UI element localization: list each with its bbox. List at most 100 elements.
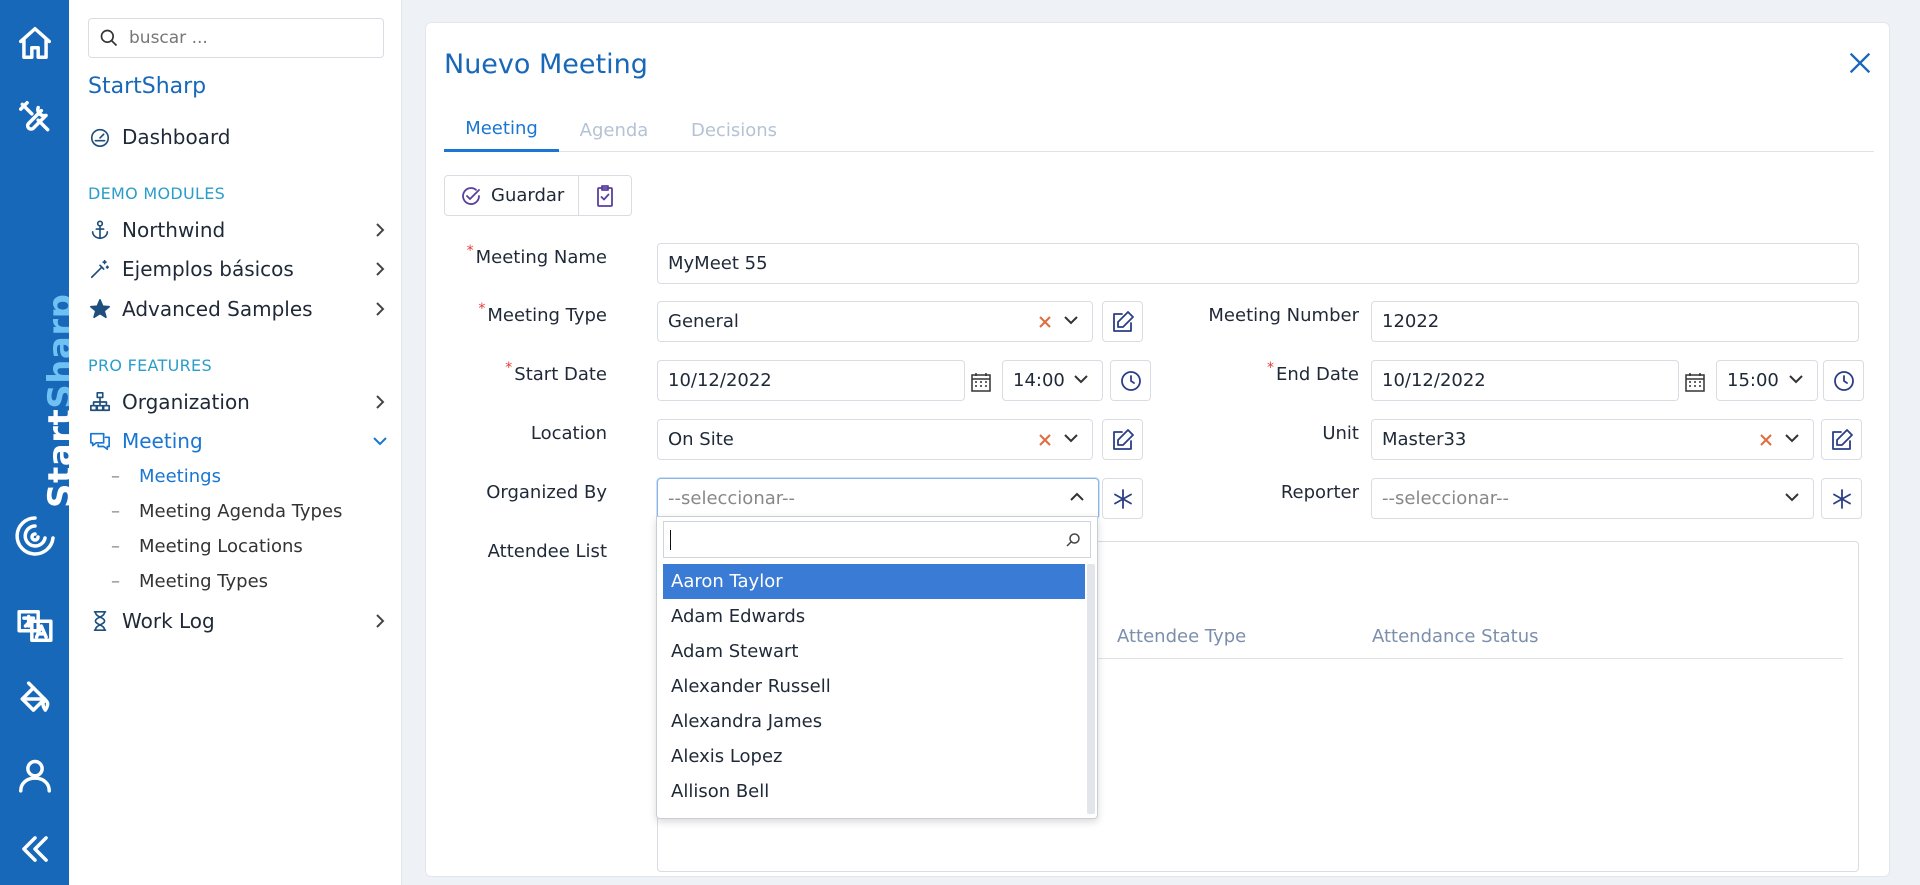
- search-input[interactable]: [129, 28, 369, 48]
- label-reporter: Reporter: [1280, 482, 1359, 503]
- dialog-title: Nuevo Meeting: [444, 49, 648, 80]
- dropdown-search[interactable]: [663, 521, 1091, 558]
- sidebar-item-meeting[interactable]: Meeting: [88, 423, 388, 459]
- sidebar-item-advanced-samples[interactable]: Advanced Samples: [88, 291, 388, 327]
- dropdown-option[interactable]: Aaron Taylor: [663, 564, 1085, 599]
- clear-icon[interactable]: [1038, 313, 1056, 331]
- save-button[interactable]: Guardar: [445, 176, 578, 215]
- edit-meeting-type-button[interactable]: [1102, 301, 1143, 342]
- sidebar-item-northwind[interactable]: Northwind: [88, 212, 388, 248]
- meeting-number-input[interactable]: [1371, 301, 1859, 342]
- tools-icon[interactable]: [12, 94, 57, 139]
- home-icon[interactable]: [12, 20, 57, 65]
- clear-icon[interactable]: [1759, 431, 1777, 449]
- sidebar-item-label: Organization: [122, 390, 250, 414]
- meeting-number-value[interactable]: [1382, 311, 1858, 332]
- end-time-select[interactable]: 15:00: [1716, 360, 1818, 401]
- dropdown-option[interactable]: Alexandra James: [663, 704, 1085, 739]
- meeting-name-input[interactable]: [657, 243, 1859, 284]
- calendar-icon[interactable]: [1684, 371, 1710, 397]
- grid-column-attendee-type[interactable]: Attendee Type: [1117, 626, 1246, 647]
- chevron-down-icon[interactable]: [1062, 311, 1084, 333]
- chevron-down-icon[interactable]: [1783, 429, 1805, 451]
- reporter-asterisk-button[interactable]: [1821, 478, 1862, 519]
- dropdown-search-input[interactable]: [670, 529, 1050, 550]
- hourglass-icon: [88, 609, 112, 633]
- sidebar-item-label: Meeting: [122, 429, 203, 453]
- label-location: Location: [530, 423, 607, 444]
- meeting-type-value: General: [668, 311, 739, 332]
- meeting-dialog: Nuevo Meeting Meeting Agenda Decisions G…: [425, 22, 1890, 877]
- tab-decisions[interactable]: Decisions: [669, 108, 799, 152]
- sidebar-item-dashboard[interactable]: Dashboard: [88, 119, 388, 155]
- end-time-now-button[interactable]: [1823, 360, 1864, 401]
- chevron-up-icon[interactable]: [1068, 488, 1090, 510]
- star-icon: [88, 297, 112, 321]
- sidebar-subitem-meeting-agenda-types[interactable]: – Meeting Agenda Types: [111, 501, 342, 522]
- app-title[interactable]: StartSharp: [88, 74, 206, 99]
- collapse-icon[interactable]: [12, 826, 57, 871]
- sidebar-item-label: Work Log: [122, 609, 215, 633]
- end-date-value[interactable]: [1382, 370, 1678, 391]
- sidebar-item-work-log[interactable]: Work Log: [88, 603, 388, 639]
- start-time-select[interactable]: 14:00: [1002, 360, 1103, 401]
- end-date-input[interactable]: [1371, 360, 1679, 401]
- check-circle-icon: [462, 186, 480, 205]
- organized-by-asterisk-button[interactable]: [1102, 478, 1143, 519]
- asterisk-icon: [1832, 488, 1851, 509]
- chevron-down-icon[interactable]: [1062, 429, 1084, 451]
- location-select[interactable]: On Site: [657, 419, 1093, 460]
- edit-location-button[interactable]: [1102, 419, 1143, 460]
- section-demo-modules: DEMO MODULES: [88, 184, 226, 203]
- start-date-input[interactable]: [657, 360, 965, 401]
- reporter-select[interactable]: --seleccionar--: [1371, 478, 1814, 519]
- startsharp-logo-icon: [12, 512, 58, 562]
- sidebar-subitem-meeting-types[interactable]: – Meeting Types: [111, 571, 268, 592]
- apply-changes-button[interactable]: [578, 176, 631, 215]
- edit-icon: [1112, 428, 1134, 450]
- chevron-down-icon: [372, 433, 388, 449]
- location-value: On Site: [668, 429, 734, 450]
- start-date-value[interactable]: [668, 370, 964, 391]
- sidebar-subitem-meetings[interactable]: – Meetings: [111, 466, 221, 487]
- dropdown-option[interactable]: Alexander Russell: [663, 669, 1085, 704]
- sidebar-subitem-meeting-locations[interactable]: – Meeting Locations: [111, 536, 303, 557]
- sidebar-search[interactable]: [88, 18, 384, 58]
- gauge-icon: [88, 125, 112, 149]
- meeting-name-value[interactable]: [668, 253, 1858, 274]
- start-time-value: 14:00: [1013, 370, 1065, 391]
- tab-meeting[interactable]: Meeting: [444, 108, 559, 152]
- meeting-type-select[interactable]: General: [657, 301, 1093, 342]
- user-icon[interactable]: [12, 752, 57, 797]
- calendar-icon[interactable]: [970, 371, 996, 397]
- dropdown-option[interactable]: Allison Bell: [663, 774, 1085, 809]
- start-time-now-button[interactable]: [1110, 360, 1151, 401]
- tab-agenda[interactable]: Agenda: [559, 108, 669, 152]
- chevron-right-icon: [372, 301, 388, 317]
- dropdown-option[interactable]: Alexis Lopez: [663, 739, 1085, 774]
- search-icon: [1066, 533, 1080, 547]
- dropdown-option[interactable]: Adam Edwards: [663, 599, 1085, 634]
- label-meeting-name: * Meeting Name: [467, 243, 607, 268]
- clear-icon[interactable]: [1038, 431, 1056, 449]
- close-icon[interactable]: [1846, 49, 1876, 79]
- organized-by-dropdown: Aaron Taylor Adam Edwards Adam Stewart A…: [656, 516, 1098, 819]
- sidebar: StartSharp Dashboard DEMO MODULES Northw…: [69, 0, 402, 885]
- sidebar-item-ejemplos[interactable]: Ejemplos básicos: [88, 251, 388, 287]
- label-organized-by: Organized By: [486, 482, 607, 503]
- dropdown-option[interactable]: Adam Stewart: [663, 634, 1085, 669]
- translate-icon[interactable]: [12, 603, 57, 648]
- organized-by-select[interactable]: --seleccionar--: [657, 478, 1099, 519]
- chevron-down-icon[interactable]: [1783, 488, 1805, 510]
- unit-select[interactable]: Master33: [1371, 419, 1814, 460]
- dialog-toolbar: Guardar: [444, 175, 633, 216]
- label-meeting-type-text: Meeting Type: [487, 305, 607, 326]
- edit-unit-button[interactable]: [1821, 419, 1862, 460]
- paint-bucket-icon[interactable]: [12, 676, 57, 721]
- dropdown-scrollbar[interactable]: [1087, 564, 1095, 814]
- chevron-right-icon: [372, 613, 388, 629]
- sidebar-item-organization[interactable]: Organization: [88, 384, 388, 420]
- dash-marker: –: [111, 501, 120, 522]
- grid-column-attendance-status[interactable]: Attendance Status: [1372, 626, 1539, 647]
- search-icon: [100, 29, 118, 47]
